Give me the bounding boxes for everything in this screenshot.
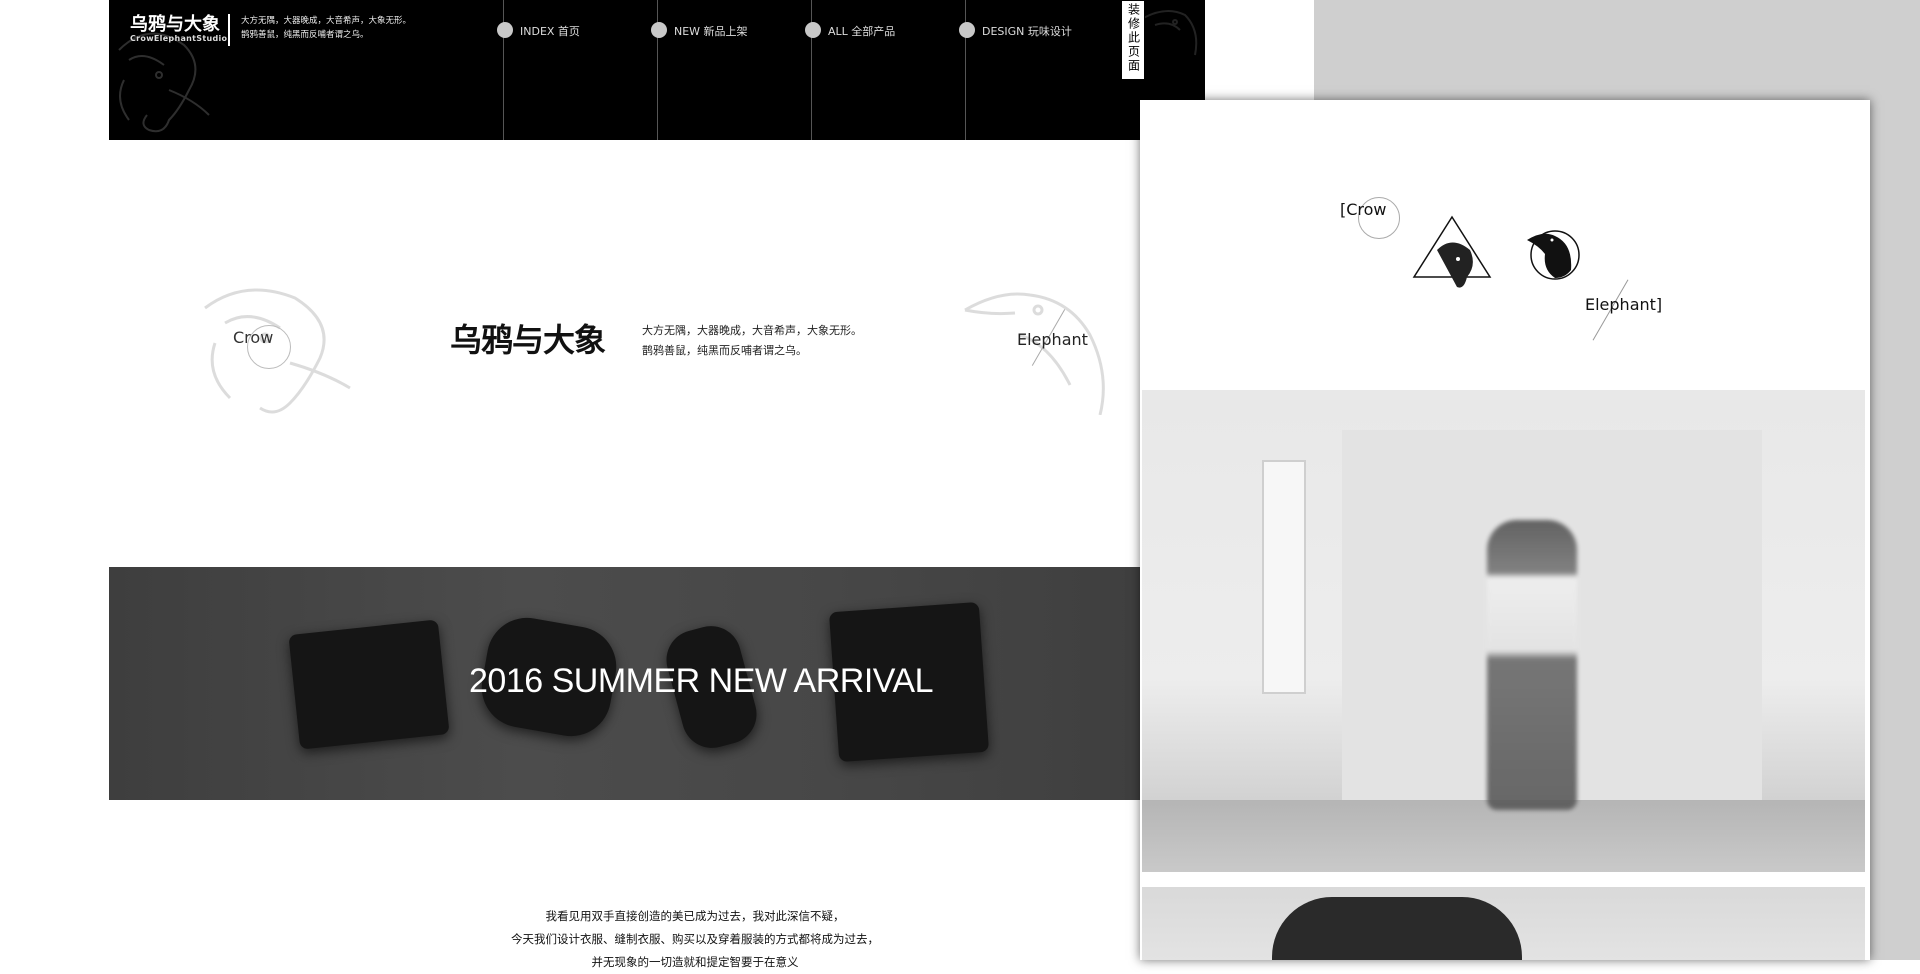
model-room-photo xyxy=(1142,390,1865,872)
brand-title: 乌鸦与大象 xyxy=(450,321,606,359)
model-figure xyxy=(1487,520,1577,810)
elephant-triangle-logo-icon xyxy=(1412,215,1492,288)
brand-slogan-line-1: 大方无隅，大器晚成，大音希声，大象无形。 xyxy=(642,324,862,337)
model-closeup-photo xyxy=(1142,887,1865,960)
brand-story-text: 我看见用双手直接创造的美已成为过去，我对此深信不疑， 今天我们设计衣服、缝制衣服… xyxy=(420,905,970,974)
nav-dot-icon xyxy=(651,22,667,38)
room-window xyxy=(1262,460,1306,694)
brand-slogan-line-2: 鹊鸦善鼠，纯黑而反哺者谓之乌。 xyxy=(241,30,369,40)
decorate-page-tab-label: 装修此页面 xyxy=(1126,3,1141,73)
crow-illustration-icon xyxy=(1139,10,1198,56)
elephant-label: Elephant xyxy=(1017,330,1088,349)
nav-item-index[interactable]: INDEX 首页 xyxy=(497,0,658,140)
store-header: 乌鸦与大象 CrowElephantStudio 大方无隅，大器晚成，大音希声，… xyxy=(109,0,1205,140)
crow-label: Crow xyxy=(233,328,274,347)
nav-item-design[interactable]: DESIGN 玩味设计 xyxy=(959,0,1120,140)
brand-slogan-line-2: 鹊鸦善鼠，纯黑而反哺者谓之乌。 xyxy=(642,344,807,357)
nav-label: ALL 全部产品 xyxy=(828,25,896,38)
crow-circle-logo-icon xyxy=(1527,230,1580,280)
brand-divider xyxy=(228,14,230,46)
new-arrival-banner[interactable]: 2016 SUMMER NEW ARRIVAL xyxy=(109,567,1140,800)
briefcase-bag-image xyxy=(288,619,450,750)
brand-logo-title[interactable]: 乌鸦与大象 xyxy=(130,10,220,36)
brand-slogan: 大方无隅，大器晚成，大音希声，大象无形。 鹊鸦善鼠，纯黑而反哺者谓之乌。 xyxy=(241,14,411,42)
nav-dot-icon xyxy=(497,22,513,38)
banner-headline: 2016 SUMMER NEW ARRIVAL xyxy=(469,662,934,700)
story-line-1: 我看见用双手直接创造的美已成为过去，我对此深信不疑， xyxy=(545,909,845,923)
crow-label: [Crow xyxy=(1340,200,1387,219)
brand-logo-subtitle: CrowElephantStudio xyxy=(130,34,228,43)
model-closeup-shape xyxy=(1272,897,1522,960)
room-floor xyxy=(1142,800,1865,872)
nav-label: DESIGN 玩味设计 xyxy=(982,25,1072,38)
decorate-page-tab[interactable]: 装修此页面 xyxy=(1121,0,1145,80)
nav-item-new[interactable]: NEW 新品上架 xyxy=(651,0,812,140)
nav-label: INDEX 首页 xyxy=(520,25,580,38)
nav-item-all[interactable]: ALL 全部产品 xyxy=(805,0,966,140)
preview-panel: [Crow Elephant] xyxy=(1140,100,1870,960)
nav-dot-icon xyxy=(805,22,821,38)
nav-dot-icon xyxy=(959,22,975,38)
story-line-3: 并无现象的一切造就和提定智要于在意义 xyxy=(591,955,799,969)
nav-label: NEW 新品上架 xyxy=(674,25,748,38)
story-line-2: 今天我们设计衣服、缝制衣服、购买以及穿着服装的方式都将成为过去， xyxy=(511,932,879,946)
brand-slogan: 大方无隅，大器晚成，大音希声，大象无形。 鹊鸦善鼠，纯黑而反哺者谓之乌。 xyxy=(642,321,862,361)
elephant-label: Elephant] xyxy=(1585,295,1663,314)
brand-slogan-line-1: 大方无隅，大器晚成，大音希声，大象无形。 xyxy=(241,16,412,26)
